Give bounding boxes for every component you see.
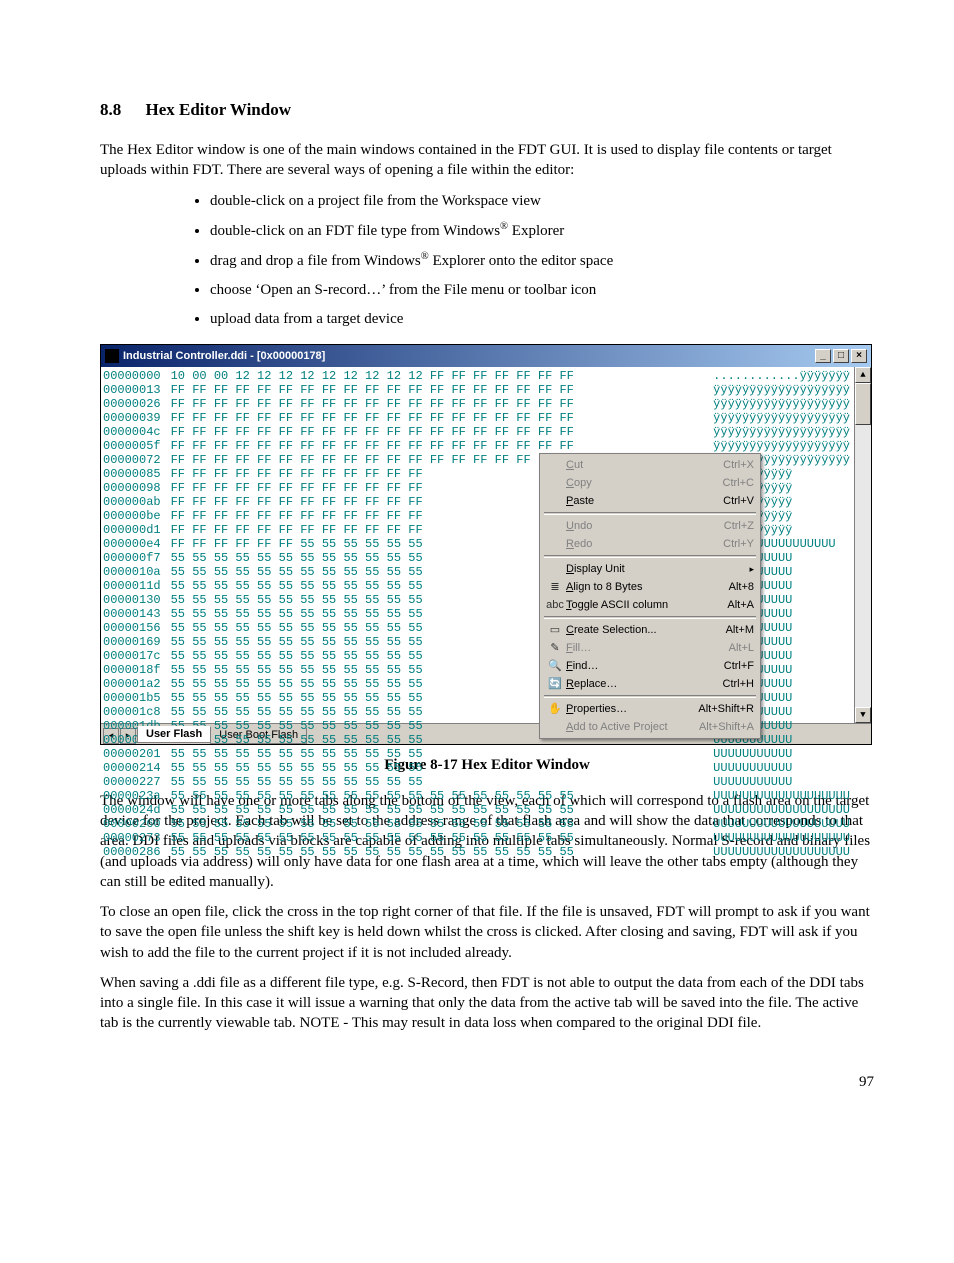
menu-item: CopyCtrl+C — [542, 474, 758, 492]
list-item: double-click on a project file from the … — [210, 191, 874, 212]
menu-item-accelerator: Ctrl+H — [723, 677, 754, 691]
menu-item[interactable]: 🔍Find…Ctrl+F — [542, 657, 758, 675]
menu-item-label: Add to Active Project — [564, 720, 699, 734]
menu-separator — [544, 512, 756, 515]
list-item: double-click on an FDT file type from Wi… — [210, 220, 874, 242]
menu-item: CutCtrl+X — [542, 456, 758, 474]
vertical-scrollbar[interactable]: ▲ ▼ — [854, 367, 871, 723]
prop-icon: ✋ — [546, 701, 564, 717]
menu-item-accelerator: Alt+L — [729, 641, 754, 655]
menu-item-label: Properties… — [564, 702, 698, 716]
intro-paragraph: The Hex Editor window is one of the main… — [100, 140, 874, 181]
address-column: 00000000 00000013 00000026 00000039 0000… — [101, 367, 165, 723]
menu-item-label: Create Selection... — [564, 623, 726, 637]
menu-item-accelerator: Ctrl+F — [724, 659, 754, 673]
menu-item-label: Display Unit — [564, 562, 749, 576]
menu-item: UndoCtrl+Z — [542, 517, 758, 535]
scroll-track[interactable] — [855, 383, 871, 707]
open-methods-list: double-click on a project file from the … — [210, 191, 874, 330]
menu-item-accelerator: Alt+8 — [729, 580, 754, 594]
minimize-button[interactable]: _ — [815, 349, 831, 363]
align-icon: ≣ — [546, 579, 564, 595]
menu-item-accelerator: Ctrl+C — [723, 476, 754, 490]
menu-item[interactable]: Display Unit — [542, 560, 758, 578]
body-paragraph: To close an open file, click the cross i… — [100, 902, 874, 963]
menu-item-accelerator: Alt+Shift+A — [699, 720, 754, 734]
blank-icon — [546, 561, 564, 577]
section-heading: 8.8 Hex Editor Window — [100, 100, 874, 120]
page-number: 97 — [100, 1074, 874, 1091]
blank-icon — [546, 719, 564, 735]
menu-item-accelerator: Alt+A — [727, 598, 754, 612]
scroll-thumb[interactable] — [855, 383, 871, 425]
body-paragraph: When saving a .ddi file as a different f… — [100, 973, 874, 1034]
list-item: upload data from a target device — [210, 309, 874, 330]
menu-item[interactable]: ✋Properties…Alt+Shift+R — [542, 700, 758, 718]
menu-item-label: Toggle ASCII column — [564, 598, 727, 612]
window-title: Industrial Controller.ddi - [0x00000178] — [123, 350, 815, 362]
menu-item-accelerator: Ctrl+Y — [723, 537, 754, 551]
blank-icon — [546, 475, 564, 491]
hex-editor-window: Industrial Controller.ddi - [0x00000178]… — [100, 344, 872, 745]
repl-icon: 🔄 — [546, 676, 564, 692]
menu-item: ✎Fill…Alt+L — [542, 639, 758, 657]
menu-item-label: Find… — [564, 659, 724, 673]
abc-icon: abc — [546, 597, 564, 613]
reg-mark: ® — [421, 251, 429, 262]
menu-item-label: Copy — [564, 476, 723, 490]
blank-icon — [546, 493, 564, 509]
tab-user-flash[interactable]: User Flash — [137, 726, 211, 743]
menu-item[interactable]: ≣Align to 8 BytesAlt+8 — [542, 578, 758, 596]
menu-item-accelerator: Alt+Shift+R — [698, 702, 754, 716]
close-button[interactable]: × — [851, 349, 867, 363]
menu-item[interactable]: PasteCtrl+V — [542, 492, 758, 510]
hex-area[interactable]: 00000000 00000013 00000026 00000039 0000… — [101, 367, 871, 723]
menu-item[interactable]: abcToggle ASCII columnAlt+A — [542, 596, 758, 614]
app-icon — [105, 349, 119, 363]
blank-icon — [546, 457, 564, 473]
menu-item-accelerator: Ctrl+X — [723, 458, 754, 472]
section-number: 8.8 — [100, 100, 121, 120]
scroll-down-button[interactable]: ▼ — [855, 707, 871, 723]
list-item: drag and drop a file from Windows® Explo… — [210, 250, 874, 272]
blank-icon — [546, 536, 564, 552]
titlebar: Industrial Controller.ddi - [0x00000178]… — [101, 345, 871, 367]
menu-item-label: Redo — [564, 537, 723, 551]
menu-item-accelerator: Ctrl+Z — [724, 519, 754, 533]
menu-separator — [544, 616, 756, 619]
menu-item-label: Replace… — [564, 677, 723, 691]
fill-icon: ✎ — [546, 640, 564, 656]
menu-item[interactable]: 🔄Replace…Ctrl+H — [542, 675, 758, 693]
sel-icon: ▭ — [546, 622, 564, 638]
menu-item-label: Align to 8 Bytes — [564, 580, 729, 594]
scroll-up-button[interactable]: ▲ — [855, 367, 871, 383]
menu-item-accelerator: Alt+M — [726, 623, 754, 637]
menu-separator — [544, 695, 756, 698]
menu-item-accelerator: Ctrl+V — [723, 494, 754, 508]
blank-icon — [546, 518, 564, 534]
reg-mark: ® — [500, 221, 508, 232]
menu-separator — [544, 555, 756, 558]
menu-item: RedoCtrl+Y — [542, 535, 758, 553]
find-icon: 🔍 — [546, 658, 564, 674]
section-title: Hex Editor Window — [146, 100, 291, 119]
list-item: choose ‘Open an S-record…’ from the File… — [210, 280, 874, 301]
menu-item[interactable]: ▭Create Selection...Alt+M — [542, 621, 758, 639]
menu-item-label: Paste — [564, 494, 723, 508]
maximize-button[interactable]: □ — [833, 349, 849, 363]
menu-item-label: Cut — [564, 458, 723, 472]
menu-item: Add to Active ProjectAlt+Shift+A — [542, 718, 758, 736]
context-menu: CutCtrl+XCopyCtrl+CPasteCtrl+VUndoCtrl+Z… — [539, 453, 761, 739]
menu-item-label: Fill… — [564, 641, 729, 655]
menu-item-label: Undo — [564, 519, 724, 533]
